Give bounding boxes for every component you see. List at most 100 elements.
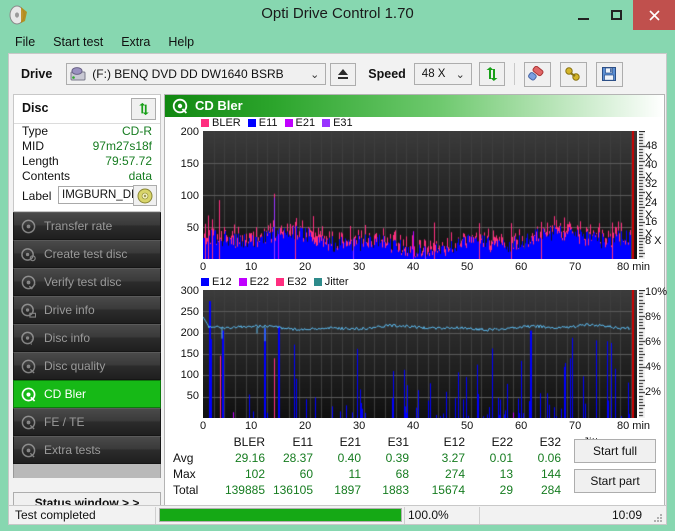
- jitter-ytick-100: 100: [180, 369, 199, 381]
- refresh-button[interactable]: [478, 62, 505, 86]
- disc-refresh-button[interactable]: [131, 98, 156, 120]
- stats-cell: 60: [299, 467, 313, 481]
- sidebar-item-cd-bler[interactable]: CD Bler: [13, 380, 161, 408]
- stats-cell: 29.16: [234, 451, 265, 465]
- minimize-button[interactable]: [567, 0, 600, 30]
- disc-fete-icon: [21, 415, 36, 430]
- jitter-xtick-10: 10: [245, 420, 258, 432]
- stats-cell: 0.01: [489, 451, 513, 465]
- stats-cell: 1897: [334, 483, 361, 497]
- bler-xtick-60: 60: [515, 261, 528, 273]
- sidebar-item-extra-tests[interactable]: Extra tests: [13, 436, 161, 464]
- legend-label: E32: [287, 276, 307, 288]
- sidebar-item-transfer-rate[interactable]: Transfer rate: [13, 212, 161, 240]
- legend-label: Jitter: [324, 276, 349, 288]
- eraser-icon: [528, 66, 544, 81]
- close-button[interactable]: [633, 0, 675, 30]
- disc-row-type: Type CD-R: [14, 124, 160, 139]
- legend-swatch: [276, 278, 285, 286]
- status-separator: [404, 507, 405, 524]
- menu-file[interactable]: File: [8, 33, 44, 51]
- disc-row-value: 97m27s18f: [92, 139, 152, 153]
- stats-col-e21: E21: [339, 435, 361, 449]
- disc-extra-icon: [21, 443, 36, 458]
- bler-xtick-20: 20: [299, 261, 312, 273]
- disc-panel: Disc Type CD-R MID 97m27s18f Length 79:5…: [13, 94, 161, 212]
- speed-select[interactable]: 48 X ⌄: [413, 63, 472, 85]
- disc-row-key: Length: [22, 154, 59, 168]
- status-message: Test completed: [15, 508, 96, 522]
- jitter-y2tick-8: 8%: [645, 311, 661, 323]
- legend-item-jitter: Jitter: [313, 276, 349, 288]
- disc-panel-header: Disc: [14, 95, 160, 124]
- legend-label: BLER: [212, 117, 241, 129]
- save-button[interactable]: [595, 61, 623, 87]
- stats-col-e31: E31: [387, 435, 409, 449]
- disc-label-input[interactable]: IMGBURN_DIS: [58, 186, 138, 204]
- status-separator: [155, 507, 156, 524]
- start-full-button[interactable]: Start full: [574, 439, 656, 463]
- eject-button[interactable]: [330, 62, 357, 86]
- stats-cell: 11: [348, 467, 361, 481]
- legend-item-e12: E12: [201, 276, 232, 288]
- tools-button[interactable]: [559, 61, 587, 87]
- sidebar-item-label: Transfer rate: [44, 219, 113, 233]
- legend-swatch: [238, 278, 247, 286]
- stats-col-e11: E11: [292, 435, 313, 449]
- stats-cell: 139885: [224, 483, 265, 497]
- stats-row-label: Total: [173, 483, 199, 497]
- stats-cell: 68: [395, 467, 409, 481]
- minimize-icon: [578, 17, 589, 20]
- elapsed-time: 10:09: [611, 508, 642, 522]
- sidebar-item-drive-info[interactable]: Drive info: [13, 296, 161, 324]
- menu-help[interactable]: Help: [159, 33, 203, 51]
- stats-col-bler: BLER: [233, 435, 265, 449]
- refresh-arrows-icon: [138, 102, 149, 116]
- bler-ytick-100: 100: [180, 190, 199, 202]
- sidebar-item-disc-quality[interactable]: Disc quality: [13, 352, 161, 380]
- legend-label: E21: [295, 117, 316, 129]
- legend-label: E22: [249, 276, 270, 288]
- stats-cell: 29: [499, 483, 513, 497]
- left-column: Disc Type CD-R MID 97m27s18f Length 79:5…: [10, 94, 162, 522]
- jitter-ytick-250: 250: [180, 306, 199, 318]
- jitter-pct-ticks: [639, 290, 645, 418]
- erase-button[interactable]: [523, 61, 551, 87]
- sidebar-item-verify-test-disc[interactable]: Verify test disc: [13, 268, 161, 296]
- bler-chart: BLER E11 E21 E31 200 150 100 50 48 X 40 …: [165, 117, 664, 273]
- sidebar-item-fe-te[interactable]: FE / TE: [13, 408, 161, 436]
- sidebar-item-label: Create test disc: [44, 247, 128, 261]
- drive-select[interactable]: (F:) BENQ DVD DD DW1640 BSRB ⌄: [66, 63, 327, 85]
- legend-label: E12: [212, 276, 232, 288]
- disc-icon: [21, 219, 36, 234]
- drive-info-icon: [21, 303, 37, 318]
- chevron-down-icon: ⌄: [455, 69, 465, 81]
- jitter-ytick-300: 300: [180, 285, 199, 297]
- client-area: Drive (F:) BENQ DVD DD DW1640 BSRB ⌄ Spe…: [8, 53, 667, 523]
- maximize-button[interactable]: [600, 0, 633, 30]
- resize-grip[interactable]: [652, 512, 662, 522]
- disc-label-button[interactable]: [133, 185, 157, 206]
- jitter-chart-legend: E12 E22 E32 Jitter: [201, 276, 356, 288]
- disc-row-value: data: [128, 169, 152, 183]
- sidebar-item-disc-info[interactable]: i Disc info: [13, 324, 161, 352]
- start-part-button[interactable]: Start part: [574, 469, 656, 493]
- disc-row-key: Contents: [22, 169, 71, 183]
- sidebar-item-label: Verify test disc: [44, 275, 122, 289]
- jitter-xtick-20: 20: [299, 420, 312, 432]
- sidebar-item-create-test-disc[interactable]: Create test disc: [13, 240, 161, 268]
- stats-cell: 0.39: [385, 451, 409, 465]
- stats-cell: 144: [540, 467, 561, 481]
- disc-quality-icon: [21, 359, 36, 374]
- menu-extra[interactable]: Extra: [112, 33, 159, 51]
- stats-cell: 102: [244, 467, 265, 481]
- disc-label-key: Label: [22, 189, 52, 203]
- toolbar: Drive (F:) BENQ DVD DD DW1640 BSRB ⌄ Spe…: [9, 54, 666, 94]
- jitter-xtick-0: 0: [200, 420, 207, 432]
- legend-item-e31: E31: [322, 117, 353, 129]
- disc-check-icon: [21, 275, 36, 290]
- menu-start-test[interactable]: Start test: [44, 33, 112, 51]
- stats-cell: 28.37: [282, 451, 313, 465]
- bler-xtick-80: 80 min: [617, 261, 651, 273]
- sidebar-item-label: Disc quality: [44, 359, 106, 373]
